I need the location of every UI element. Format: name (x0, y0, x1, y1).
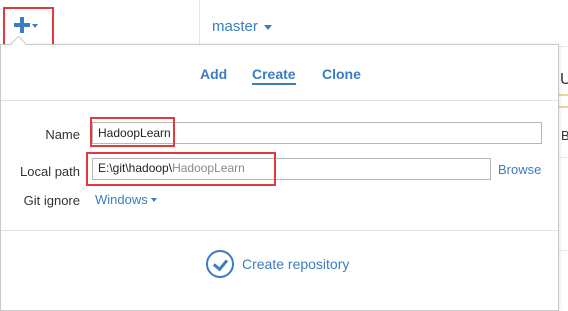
path-suffix: HadoopLearn (172, 161, 245, 175)
local-path-label: Local path (20, 164, 80, 179)
divider (1, 230, 558, 231)
path-prefix: E:\git\hadoop\ (98, 161, 173, 175)
tab-create[interactable]: Create (252, 66, 296, 85)
chevron-down-icon (32, 24, 38, 28)
background-text: U (560, 71, 568, 88)
git-ignore-label: Git ignore (23, 193, 80, 208)
git-ignore-select[interactable]: Windows (95, 192, 157, 207)
background-decoration (558, 94, 568, 108)
local-path-input[interactable]: E:\git\hadoop\HadoopLearn (92, 158, 491, 180)
plus-icon (14, 17, 30, 33)
branch-caret-icon[interactable] (264, 25, 272, 30)
git-ignore-value: Windows (95, 192, 148, 207)
create-repository-label: Create repository (242, 256, 350, 272)
branch-selector[interactable]: master (212, 18, 258, 35)
name-input[interactable] (92, 122, 542, 144)
name-label: Name (45, 127, 80, 142)
checkmark-circle-icon (206, 250, 234, 278)
tab-clone[interactable]: Clone (322, 66, 361, 82)
background-text: B (561, 128, 568, 143)
chevron-down-icon (151, 198, 157, 202)
browse-link[interactable]: Browse (498, 162, 541, 177)
new-repository-popup: Add Create Clone Name Local path E:\git\… (0, 44, 559, 311)
top-toolbar: master (0, 0, 568, 49)
tab-add[interactable]: Add (200, 66, 227, 82)
divider (1, 100, 558, 101)
